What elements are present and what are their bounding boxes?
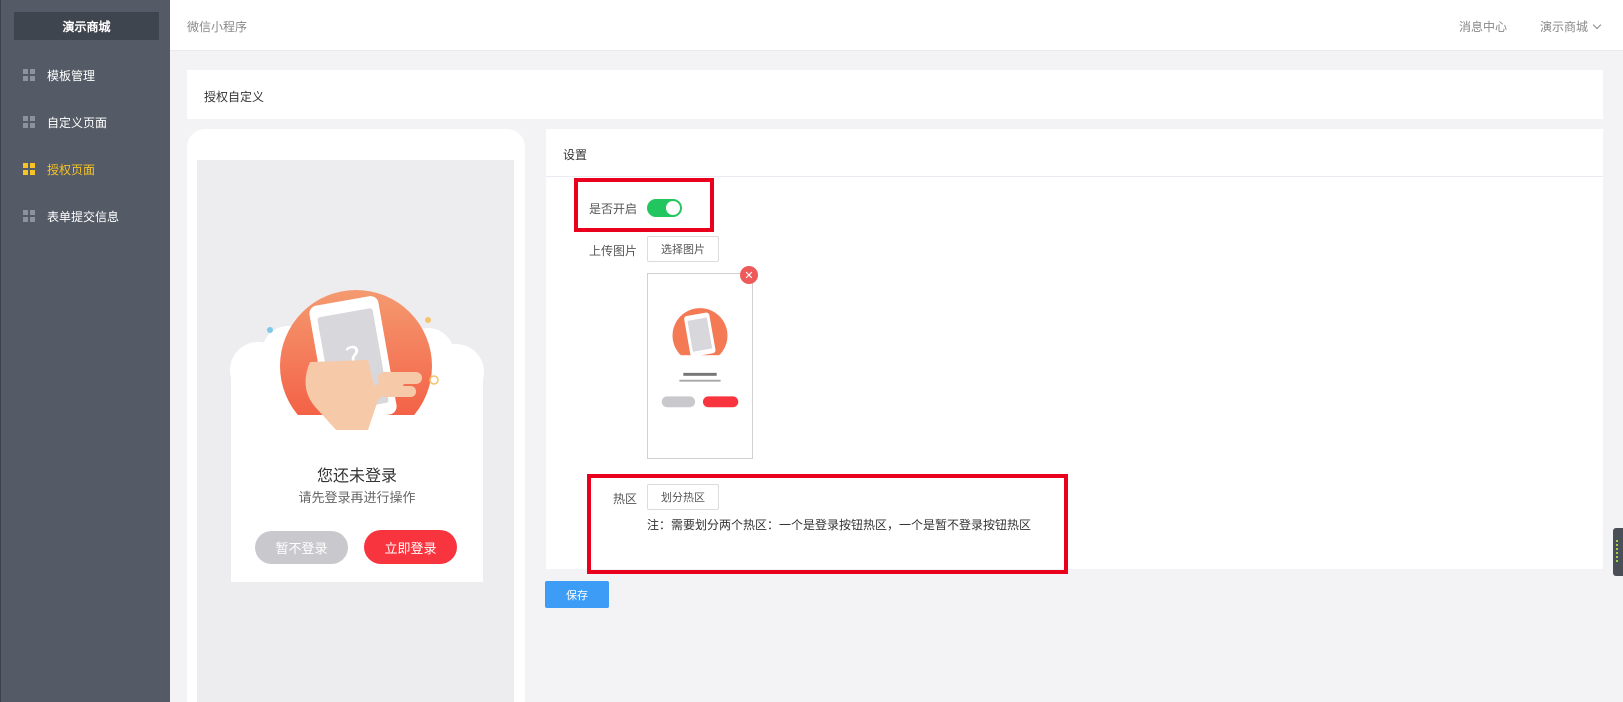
uploaded-image-thumbnail xyxy=(647,273,753,459)
top-header: 微信小程序 消息中心 演示商城 xyxy=(170,0,1623,51)
login-illustration: ? xyxy=(230,290,484,450)
highlight-enable xyxy=(574,178,714,232)
chevron-down-icon xyxy=(1592,20,1602,29)
page-title: 授权自定义 xyxy=(204,90,265,104)
sidebar-item-label: 表单提交信息 xyxy=(47,209,120,224)
side-scroll-handle[interactable] xyxy=(1613,528,1623,576)
skip-login-button[interactable]: 暂不登录 xyxy=(255,531,348,564)
breadcrumb[interactable]: 微信小程序 xyxy=(187,18,247,35)
sidebar: 演示商城 模板管理 自定义页面 授权页面 表单提交信息 xyxy=(0,0,170,702)
user-name: 演示商城 xyxy=(1540,20,1589,34)
sidebar-item-auth-page[interactable]: 授权页面 xyxy=(23,159,95,179)
sidebar-item-label: 自定义页面 xyxy=(47,115,108,130)
sidebar-item-template-management[interactable]: 模板管理 xyxy=(23,65,95,85)
preview-subtitle: 请先登录再进行操作 xyxy=(298,491,416,506)
grid-icon xyxy=(23,116,35,128)
save-button[interactable]: 保存 xyxy=(545,581,609,608)
sidebar-item-form-submissions[interactable]: 表单提交信息 xyxy=(23,206,119,226)
sidebar-item-label: 模板管理 xyxy=(47,68,96,83)
grid-icon xyxy=(23,210,35,222)
sidebar-item-label: 授权页面 xyxy=(47,162,96,177)
choose-image-button[interactable]: 选择图片 xyxy=(647,236,719,262)
sidebar-item-custom-page[interactable]: 自定义页面 xyxy=(23,112,107,132)
brand-logo[interactable]: 演示商城 xyxy=(14,12,159,40)
preview-title: 您还未登录 xyxy=(316,466,397,485)
divider xyxy=(546,176,1603,177)
user-menu[interactable]: 演示商城 xyxy=(1540,18,1602,35)
grid-icon xyxy=(23,69,35,81)
highlight-hotspot xyxy=(587,474,1068,574)
message-center-link[interactable]: 消息中心 xyxy=(1459,18,1507,35)
page-title-panel: 授权自定义 xyxy=(187,70,1603,119)
settings-title: 设置 xyxy=(563,148,588,162)
grid-icon xyxy=(23,163,35,175)
login-button[interactable]: 立即登录 xyxy=(364,530,457,564)
upload-label: 上传图片 xyxy=(588,244,637,258)
close-icon[interactable]: ✕ xyxy=(740,266,758,284)
thumbnail-illustration xyxy=(661,308,739,408)
